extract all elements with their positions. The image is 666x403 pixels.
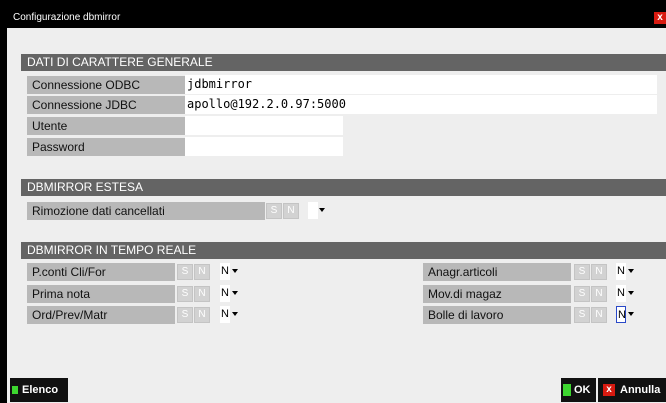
- pconti-yes[interactable]: S: [177, 264, 193, 280]
- green-key-icon: [563, 384, 571, 396]
- user-field[interactable]: [185, 116, 343, 135]
- mov-magaz-value[interactable]: N: [616, 285, 626, 302]
- bolle-yes[interactable]: S: [574, 307, 590, 323]
- jdbc-field[interactable]: apollo@192.2.0.97:5000: [185, 95, 657, 114]
- bolle-label: Bolle di lavoro: [423, 306, 571, 324]
- chevron-down-icon[interactable]: [627, 263, 635, 280]
- chevron-down-icon[interactable]: [627, 285, 635, 302]
- no-option[interactable]: N: [283, 203, 299, 219]
- rimozione-value[interactable]: [308, 202, 318, 219]
- close-icon: x: [603, 384, 615, 396]
- user-label: Utente: [27, 117, 185, 135]
- odbc-label: Connessione ODBC: [27, 76, 185, 94]
- chevron-down-icon[interactable]: [318, 202, 326, 219]
- prima-nota-label: Prima nota: [27, 285, 175, 303]
- ok-label: OK: [574, 384, 591, 396]
- anagr-value[interactable]: N: [616, 263, 626, 280]
- chevron-down-icon[interactable]: [231, 263, 239, 280]
- rimozione-label: Rimozione dati cancellati: [27, 202, 265, 220]
- chevron-down-icon[interactable]: [231, 306, 239, 323]
- odbc-field[interactable]: jdbmirror: [185, 75, 657, 94]
- section-header-realtime: DBMIRROR IN TEMPO REALE: [21, 242, 666, 259]
- mov-magaz-label: Mov.di magaz: [423, 285, 571, 303]
- bolle-value[interactable]: N: [616, 306, 626, 323]
- ok-button[interactable]: OK: [561, 378, 596, 402]
- prima-nota-yes[interactable]: S: [177, 286, 193, 302]
- mov-magaz-yes[interactable]: S: [574, 286, 590, 302]
- elenco-label: Elenco: [22, 384, 59, 396]
- ord-prev-value[interactable]: N: [220, 306, 230, 323]
- ord-prev-no[interactable]: N: [194, 307, 210, 323]
- title-bar: Configurazione dbmirror x: [7, 7, 666, 28]
- annulla-label: Annulla: [620, 384, 661, 396]
- close-button[interactable]: x: [654, 12, 666, 24]
- window-title: Configurazione dbmirror: [13, 12, 121, 23]
- section-header-extended: DBMIRROR ESTESA: [21, 179, 666, 196]
- chevron-down-icon[interactable]: [231, 285, 239, 302]
- pconti-label: P.conti Cli/For: [27, 263, 175, 281]
- pconti-no[interactable]: N: [194, 264, 210, 280]
- ord-prev-yes[interactable]: S: [177, 307, 193, 323]
- anagr-no[interactable]: N: [591, 264, 607, 280]
- password-label: Password: [27, 138, 185, 156]
- jdbc-label: Connessione JDBC: [27, 96, 185, 114]
- prima-nota-value[interactable]: N: [220, 285, 230, 302]
- anagr-yes[interactable]: S: [574, 264, 590, 280]
- prima-nota-no[interactable]: N: [194, 286, 210, 302]
- ord-prev-label: Ord/Prev/Matr: [27, 306, 175, 324]
- bolle-no[interactable]: N: [591, 307, 607, 323]
- config-dialog: Configurazione dbmirror x DATI DI CARATT…: [7, 7, 666, 403]
- green-key-icon: [12, 386, 18, 394]
- pconti-value[interactable]: N: [220, 263, 230, 280]
- chevron-down-icon[interactable]: [627, 306, 635, 323]
- section-header-general: DATI DI CARATTERE GENERALE: [21, 54, 666, 71]
- anagr-label: Anagr.articoli: [423, 263, 571, 281]
- password-field[interactable]: [185, 137, 343, 156]
- elenco-button[interactable]: Elenco: [10, 378, 68, 402]
- yes-option[interactable]: S: [266, 203, 282, 219]
- annulla-button[interactable]: x Annulla: [598, 378, 666, 402]
- mov-magaz-no[interactable]: N: [591, 286, 607, 302]
